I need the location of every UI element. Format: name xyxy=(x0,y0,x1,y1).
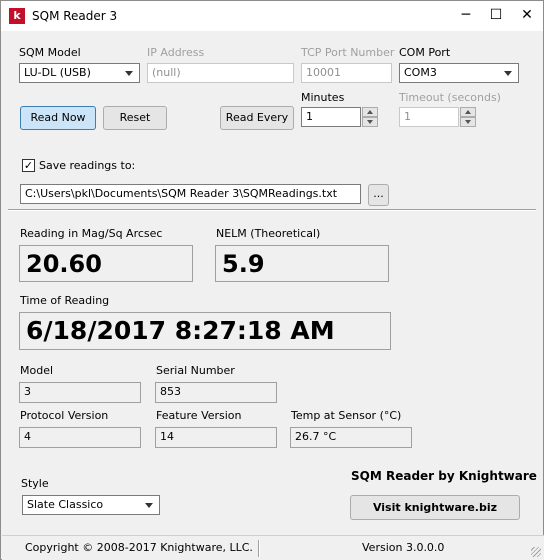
status-separator xyxy=(258,540,260,557)
spin-up-icon[interactable] xyxy=(362,107,378,117)
feature-version-label: Feature Version xyxy=(156,409,242,422)
sqm-model-select[interactable]: LU-DL (USB) xyxy=(19,63,140,83)
chevron-down-icon xyxy=(504,71,512,76)
reset-button[interactable]: Reset xyxy=(103,106,167,130)
copyright-text: Copyright © 2008-2017 Knightware, LLC. xyxy=(25,541,253,554)
spin-up-icon xyxy=(460,107,476,117)
com-port-select[interactable]: COM3 xyxy=(399,63,519,83)
style-value: Slate Classico xyxy=(27,498,104,511)
com-port-label: COM Port xyxy=(399,46,451,59)
brand-title: SQM Reader by Knightware xyxy=(351,469,537,483)
time-of-reading-label: Time of Reading xyxy=(20,294,110,307)
com-port-value: COM3 xyxy=(404,66,437,79)
close-button[interactable]: ✕ xyxy=(511,2,543,30)
spin-down-icon xyxy=(460,117,476,127)
window-title: SQM Reader 3 xyxy=(32,9,118,23)
temp-label: Temp at Sensor (°C) xyxy=(291,409,402,422)
style-select[interactable]: Slate Classico xyxy=(22,495,160,515)
read-every-button[interactable]: Read Every xyxy=(220,106,294,130)
app-icon: k xyxy=(9,8,25,24)
spin-down-icon[interactable] xyxy=(362,117,378,127)
save-path-input[interactable]: C:\Users\pkl\Documents\SQM Reader 3\SQMR… xyxy=(20,184,361,204)
feature-version-value: 14 xyxy=(155,427,277,448)
timeout-input: 1 xyxy=(399,107,459,127)
style-label: Style xyxy=(21,477,49,490)
protocol-version-label: Protocol Version xyxy=(20,409,109,422)
minutes-stepper[interactable]: 1 xyxy=(301,107,379,127)
chevron-down-icon xyxy=(145,503,153,508)
minutes-input[interactable]: 1 xyxy=(301,107,361,127)
model-value: 3 xyxy=(19,382,141,403)
serial-number-label: Serial Number xyxy=(156,364,235,377)
temp-value: 26.7 °C xyxy=(290,427,412,448)
resize-grip-icon[interactable] xyxy=(531,547,541,557)
browse-button[interactable]: ... xyxy=(368,184,389,206)
protocol-version-value: 4 xyxy=(19,427,141,448)
timeout-stepper: 1 xyxy=(399,107,477,127)
sqm-model-label: SQM Model xyxy=(19,46,81,59)
status-bar: Copyright © 2008-2017 Knightware, LLC. V… xyxy=(2,535,544,560)
app-window: k SQM Reader 3 ─ ☐ ✕ SQM Model LU-DL (US… xyxy=(0,0,544,560)
nelm-value: 5.9 xyxy=(215,245,389,282)
maximize-button[interactable]: ☐ xyxy=(481,2,511,30)
minimize-button[interactable]: ─ xyxy=(451,2,481,30)
reading-mag-value: 20.60 xyxy=(19,245,193,282)
timeout-label: Timeout (seconds) xyxy=(399,91,501,104)
version-text: Version 3.0.0.0 xyxy=(362,541,445,554)
save-readings-checkbox[interactable]: ✓ xyxy=(22,159,35,172)
model-label: Model xyxy=(20,364,54,377)
chevron-down-icon xyxy=(125,71,133,76)
section-divider xyxy=(8,209,536,211)
sqm-model-value: LU-DL (USB) xyxy=(24,66,91,79)
minutes-label: Minutes xyxy=(301,91,345,104)
read-now-button[interactable]: Read Now xyxy=(20,106,96,130)
save-readings-label: Save readings to: xyxy=(39,159,136,172)
serial-number-value: 853 xyxy=(155,382,277,403)
time-of-reading-value: 6/18/2017 8:27:18 AM xyxy=(19,312,391,350)
title-bar[interactable]: k SQM Reader 3 ─ ☐ ✕ xyxy=(1,1,543,31)
tcp-port-label: TCP Port Number xyxy=(301,46,395,59)
tcp-port-field: 10001 xyxy=(301,63,392,83)
visit-website-button[interactable]: Visit knightware.biz xyxy=(350,495,520,520)
ip-address-label: IP Address xyxy=(147,46,205,59)
reading-mag-label: Reading in Mag/Sq Arcsec xyxy=(20,227,163,240)
nelm-label: NELM (Theoretical) xyxy=(216,227,321,240)
ip-address-field: (null) xyxy=(147,63,294,83)
